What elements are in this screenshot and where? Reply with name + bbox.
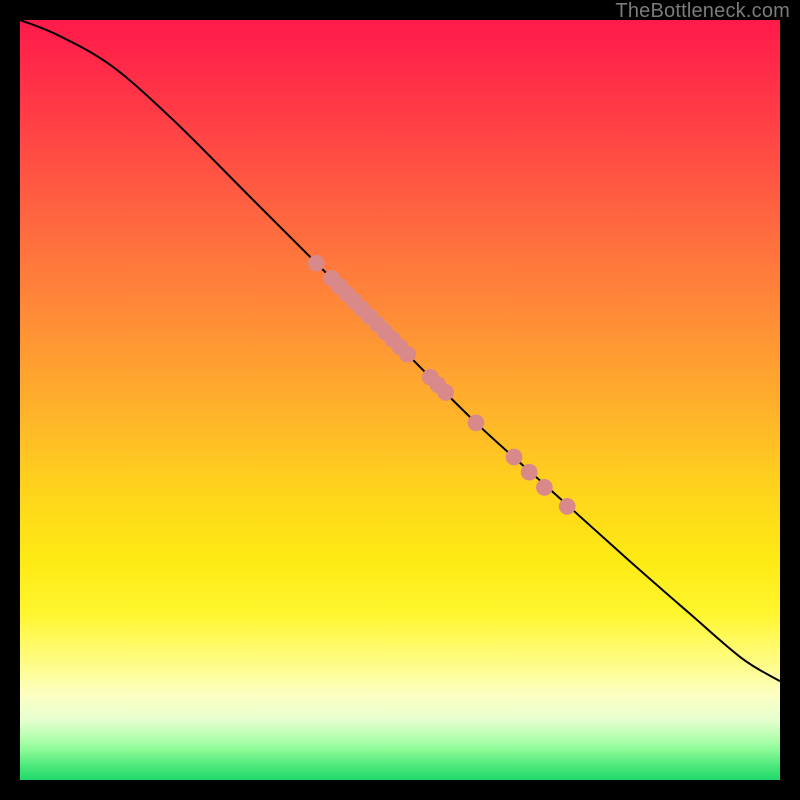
highlight-marker: [468, 414, 485, 431]
highlight-marker: [521, 464, 538, 481]
highlight-marker: [536, 479, 553, 496]
highlight-marker: [506, 449, 523, 466]
plot-area: [20, 20, 780, 780]
chart-svg: [20, 20, 780, 780]
highlight-marker: [559, 498, 576, 515]
chart-frame: TheBottleneck.com: [0, 0, 800, 800]
highlight-marker: [399, 346, 416, 363]
marker-group: [308, 255, 576, 515]
highlight-marker: [308, 255, 325, 272]
highlight-marker: [437, 384, 454, 401]
